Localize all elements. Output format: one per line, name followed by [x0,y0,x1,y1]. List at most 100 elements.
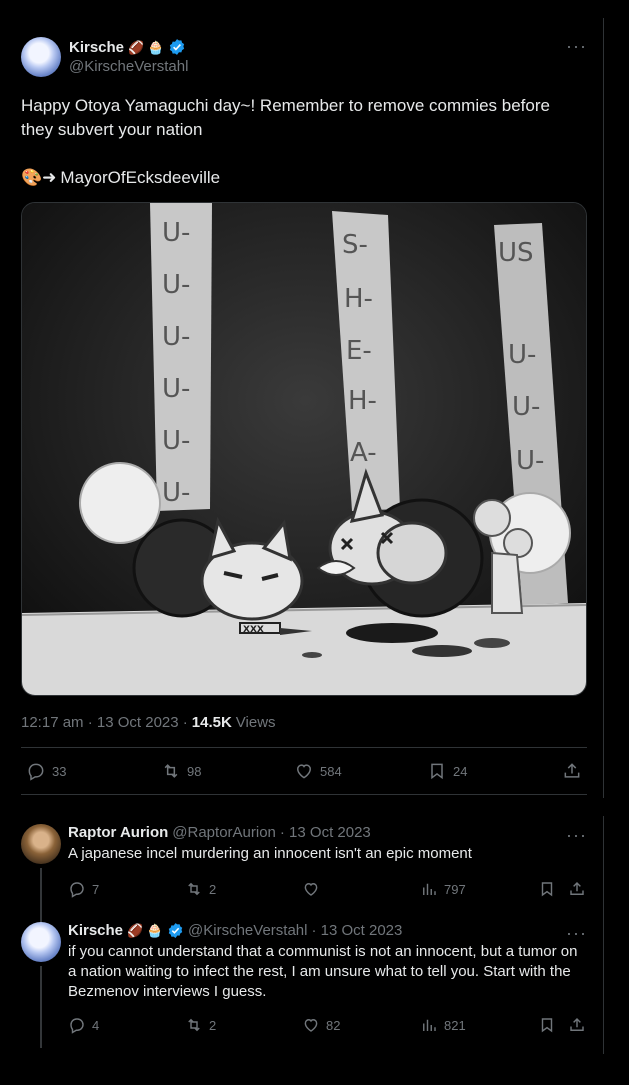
timeline-border [603,18,604,798]
share-icon [570,881,584,895]
bookmark-icon [541,1018,553,1033]
share-button[interactable] [562,761,582,781]
banner-left-text-6: U- [162,478,190,508]
sword-text: XXX [243,625,264,635]
verified-badge-icon[interactable] [168,38,186,56]
reply-icon [28,763,44,781]
reply-tweet[interactable]: Kirsche 🏈 🧁 @KirscheVerstahl · 13 Oct 20… [21,922,588,1048]
banner-middle-text-4: H- [348,386,377,416]
banner-right-text-4: U- [516,446,544,476]
repost-icon [188,882,200,896]
bookmark-icon [431,763,443,780]
author-name[interactable]: Kirsche [68,922,123,939]
author-handle[interactable]: @RaptorAurion [172,824,276,841]
repost-count: 98 [187,763,202,779]
artist-name: MayorOfEcksdeeville [60,168,221,187]
views-button[interactable]: 797 [420,880,466,898]
more-options-icon[interactable]: ··· [566,924,587,942]
reply-count: 33 [52,763,67,779]
like-button[interactable] [302,880,326,898]
bookmark-button[interactable]: 24 [427,761,467,781]
reply-text: A japanese incel murdering an innocent i… [68,845,472,862]
reply-icon [70,882,84,898]
verified-badge-icon[interactable] [167,922,184,939]
reply-actions: 7 2 797 [68,880,588,902]
banner-right-text-2: U- [508,340,536,370]
like-count: 82 [326,1017,341,1033]
like-button[interactable]: 584 [294,761,342,781]
reply-count: 4 [92,1017,100,1033]
heart-icon [304,1019,318,1032]
banner-left-text-2: U- [162,270,190,300]
tweet-text: Happy Otoya Yamaguchi day~! Remember to … [21,96,550,139]
more-options-icon[interactable]: ··· [566,826,587,844]
views-label: Views [235,714,276,731]
repost-icon [164,764,178,778]
banner-left-text-1: U- [162,218,190,248]
heart-icon [304,883,318,896]
reply-actions: 4 2 82 821 [68,1016,588,1038]
view-count: 797 [444,881,466,897]
share-button[interactable] [568,1016,586,1034]
banner-right-text-3: U- [512,392,540,422]
author-handle[interactable]: @KirscheVerstahl [69,58,188,75]
banner-left-text-4: U- [162,374,190,404]
banner-left-text-5: U- [162,426,190,456]
reply-button[interactable]: 4 [68,1016,99,1034]
divider [21,794,587,795]
artwork-illustration: U- U- U- U- U- U- S- H- E- H- A- US U- U… [22,203,586,695]
tweet-meta: 12:17 am · 13 Oct 2023 · 14.5K Views [21,714,587,731]
main-tweet: Kirsche 🏈 🧁 @KirscheVerstahl ··· Happy O… [21,37,587,795]
author-emojis: 🏈 🧁 [128,39,165,55]
repost-button[interactable]: 2 [185,880,216,898]
repost-button[interactable]: 98 [161,761,201,781]
share-icon [564,763,580,778]
reply-date[interactable]: · 13 Oct 2023 [280,824,371,841]
view-count: 14.5K [191,714,232,731]
avatar[interactable] [21,824,61,864]
views-button[interactable]: 821 [420,1016,466,1034]
like-count: 584 [320,763,342,779]
bookmark-button[interactable] [538,880,556,898]
reply-count: 7 [92,881,100,897]
tweet-author: Kirsche 🏈 🧁 @KirscheVerstahl ··· [21,37,587,79]
tweet-actions: 33 98 584 24 [21,748,587,794]
thread-line [40,966,42,1048]
repost-count: 2 [209,1017,217,1033]
share-icon [570,1017,584,1031]
banner-left-text-3: U- [162,322,190,352]
heart-icon [296,764,312,779]
repost-icon [188,1018,200,1032]
reply-button[interactable]: 33 [26,761,66,781]
author-name[interactable]: Kirsche [69,39,124,56]
reply-button[interactable]: 7 [68,880,99,898]
palette-arrow-icon: 🎨➜ [21,168,57,187]
reply-date[interactable]: · 13 Oct 2023 [311,922,402,939]
reply-icon [70,1018,84,1034]
analytics-icon [423,1019,436,1031]
repost-button[interactable]: 2 [185,1016,216,1034]
banner-middle-text-3: E- [346,336,372,366]
like-button[interactable]: 82 [302,1016,340,1034]
avatar[interactable] [21,37,61,77]
artist-credit: 🎨➜ MayorOfEcksdeeville [21,166,587,190]
repost-count: 2 [209,881,217,897]
author-handle[interactable]: @KirscheVerstahl [188,922,307,939]
view-count: 821 [444,1017,466,1033]
tweet-image[interactable]: U- U- U- U- U- U- S- H- E- H- A- US U- U… [21,202,587,696]
bookmark-count: 24 [453,763,468,779]
author-emojis: 🏈 🧁 [127,923,164,938]
reply-tweet[interactable]: Raptor Aurion @RaptorAurion · 13 Oct 202… [21,824,588,938]
tweet-timestamp[interactable]: 12:17 am · 13 Oct 2023 · [21,714,188,731]
reply-text: if you cannot understand that a communis… [68,943,578,1000]
bookmark-button[interactable] [538,1016,556,1034]
more-options-icon[interactable]: ··· [566,37,587,55]
bookmark-icon [541,882,553,897]
banner-middle-text-1: S- [342,230,368,260]
author-name[interactable]: Raptor Aurion [68,824,168,841]
share-button[interactable] [568,880,586,898]
analytics-icon [423,883,436,895]
avatar[interactable] [21,922,61,962]
banner-right-text-1: US [498,238,534,268]
timeline-border [603,816,604,1054]
